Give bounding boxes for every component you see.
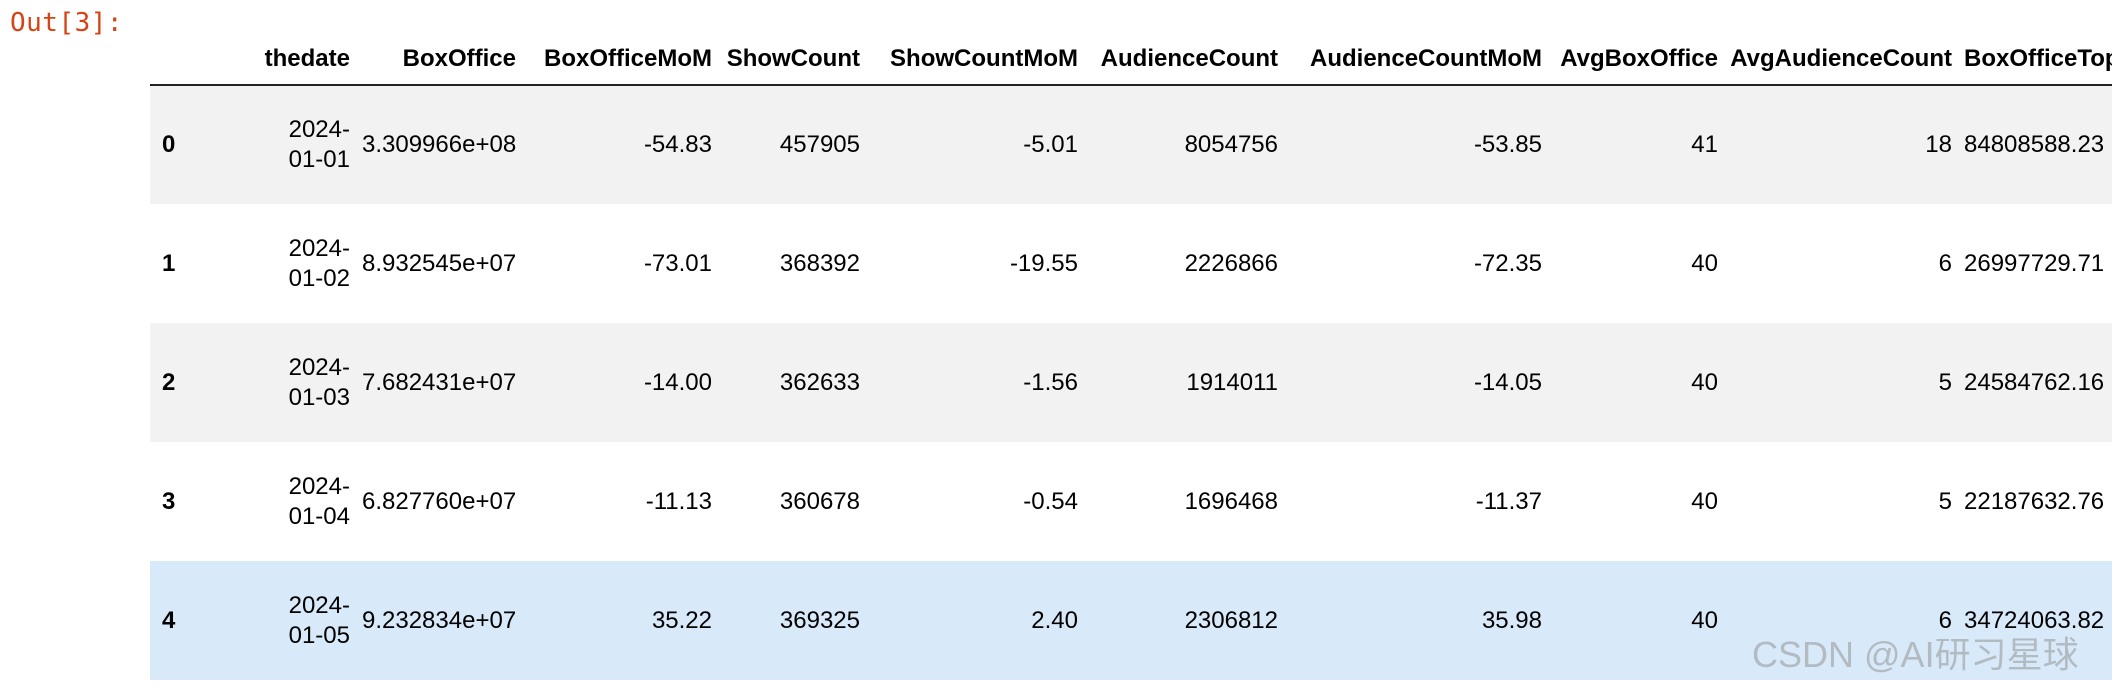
csdn-watermark: CSDN @AI研习星球: [1752, 634, 2079, 675]
cell-thedate: 2024- 01-05: [212, 561, 362, 680]
cell-thedate: 2024- 01-03: [212, 323, 362, 442]
column-header-boxoffice: BoxOffice: [362, 34, 528, 86]
date-monthday-part: 01-04: [288, 502, 350, 530]
column-header-audiencecountmom: AudienceCountMoM: [1290, 34, 1554, 86]
cell-thedate: 2024- 01-02: [212, 204, 362, 323]
cell-boxofficetop1: 24584762.16: [1964, 368, 2105, 396]
date-year-part: 2024-: [288, 234, 350, 262]
row-index: 1: [162, 249, 176, 277]
cell-avgboxoffice: 41: [1691, 131, 1718, 158]
row-index: 3: [162, 487, 176, 515]
column-header-thedate: thedate: [212, 34, 362, 86]
cell-audiencecount: 2306812: [1184, 606, 1278, 634]
cell-boxoffice: 6.827760e+07: [362, 487, 517, 515]
date-monthday-part: 01-03: [288, 383, 350, 411]
cell-avgboxoffice: 40: [1691, 487, 1718, 515]
column-header-index: [150, 34, 212, 86]
row-index: 2: [162, 368, 176, 396]
cell-showcountmom: 2.40: [1031, 606, 1078, 634]
table-header-row: thedate BoxOffice BoxOfficeMoM ShowCount…: [150, 34, 2112, 86]
cell-showcount: 369325: [779, 606, 860, 634]
date-monthday-part: 01-05: [288, 621, 350, 649]
table-row: 0 2024- 01-01 3.309966e+08 -54.83 457905 …: [150, 85, 2112, 204]
cell-boxoffice: 7.682431e+07: [362, 368, 517, 396]
cell-avgboxoffice: 40: [1691, 368, 1718, 396]
cell-showcountmom: -5.01: [1023, 131, 1078, 158]
cell-avgboxoffice: 40: [1691, 249, 1718, 277]
cell-boxofficemom: -73.01: [643, 249, 712, 277]
dataframe-table: thedate BoxOffice BoxOfficeMoM ShowCount…: [150, 34, 2112, 680]
cell-boxofficetop1: 84808588.23: [1964, 131, 2105, 158]
cell-boxoffice: 9.232834e+07: [362, 606, 517, 634]
date-year-part: 2024-: [288, 353, 350, 381]
column-header-boxofficetop1: BoxOfficeTop1: [1964, 34, 2112, 86]
cell-audiencecountmom: -72.35: [1473, 249, 1542, 277]
cell-boxoffice: 8.932545e+07: [362, 249, 517, 277]
cell-boxofficetop1: 26997729.71: [1964, 249, 2105, 277]
date-monthday-part: 01-02: [288, 264, 350, 292]
column-header-showcountmom: ShowCountMoM: [872, 34, 1090, 86]
cell-avgaudiencecount: 5: [1938, 368, 1952, 396]
column-header-boxofficemom: BoxOfficeMoM: [528, 34, 724, 86]
cell-boxofficemom: -11.13: [645, 487, 712, 515]
date-year-part: 2024-: [288, 591, 350, 619]
cell-showcountmom: -19.55: [1009, 249, 1078, 277]
cell-audiencecountmom: -14.05: [1473, 368, 1542, 396]
column-header-avgaudiencecount: AvgAudienceCount: [1730, 34, 1964, 86]
cell-audiencecountmom: 35.98: [1481, 606, 1542, 634]
cell-boxoffice: 3.309966e+08: [362, 131, 517, 158]
cell-avgboxoffice: 40: [1691, 606, 1718, 634]
cell-audiencecount: 1914011: [1186, 368, 1278, 396]
row-index: 0: [162, 131, 176, 158]
date-year-part: 2024-: [288, 472, 350, 500]
cell-audiencecount: 8054756: [1184, 131, 1278, 158]
cell-boxofficetop1: 22187632.76: [1964, 487, 2105, 515]
cell-showcount: 368392: [779, 249, 860, 277]
table-row: 3 2024- 01-04 6.827760e+07 -11.13 360678 …: [150, 442, 2112, 561]
cell-showcountmom: -0.54: [1023, 487, 1078, 515]
cell-audiencecount: 2226866: [1184, 249, 1278, 277]
cell-avgaudiencecount: 5: [1938, 487, 1952, 515]
column-header-avgboxoffice: AvgBoxOffice: [1554, 34, 1730, 86]
column-header-showcount: ShowCount: [724, 34, 872, 86]
cell-thedate: 2024- 01-01: [212, 85, 362, 204]
output-prompt-label: Out[3]:: [10, 8, 124, 38]
cell-boxofficemom: 35.22: [651, 606, 712, 634]
cell-audiencecountmom: -11.37: [1475, 487, 1542, 515]
cell-showcountmom: -1.56: [1023, 368, 1078, 396]
dataframe-output: thedate BoxOffice BoxOfficeMoM ShowCount…: [150, 34, 2112, 680]
cell-avgaudiencecount: 6: [1938, 249, 1952, 277]
table-row: 2 2024- 01-03 7.682431e+07 -14.00 362633 …: [150, 323, 2112, 442]
cell-audiencecount: 1696468: [1184, 487, 1278, 515]
cell-boxofficemom: -54.83: [643, 131, 712, 158]
cell-audiencecountmom: -53.85: [1473, 131, 1542, 158]
cell-showcount: 360678: [779, 487, 860, 515]
cell-avgaudiencecount: 18: [1925, 131, 1952, 158]
cell-thedate: 2024- 01-04: [212, 442, 362, 561]
cell-boxofficemom: -14.00: [643, 368, 712, 396]
cell-showcount: 457905: [779, 131, 860, 158]
row-index: 4: [162, 606, 176, 634]
table-row: 1 2024- 01-02 8.932545e+07 -73.01 368392 …: [150, 204, 2112, 323]
column-header-audiencecount: AudienceCount: [1090, 34, 1290, 86]
date-monthday-part: 01-01: [288, 146, 350, 173]
cell-showcount: 362633: [779, 368, 860, 396]
date-year-part: 2024-: [288, 116, 350, 143]
